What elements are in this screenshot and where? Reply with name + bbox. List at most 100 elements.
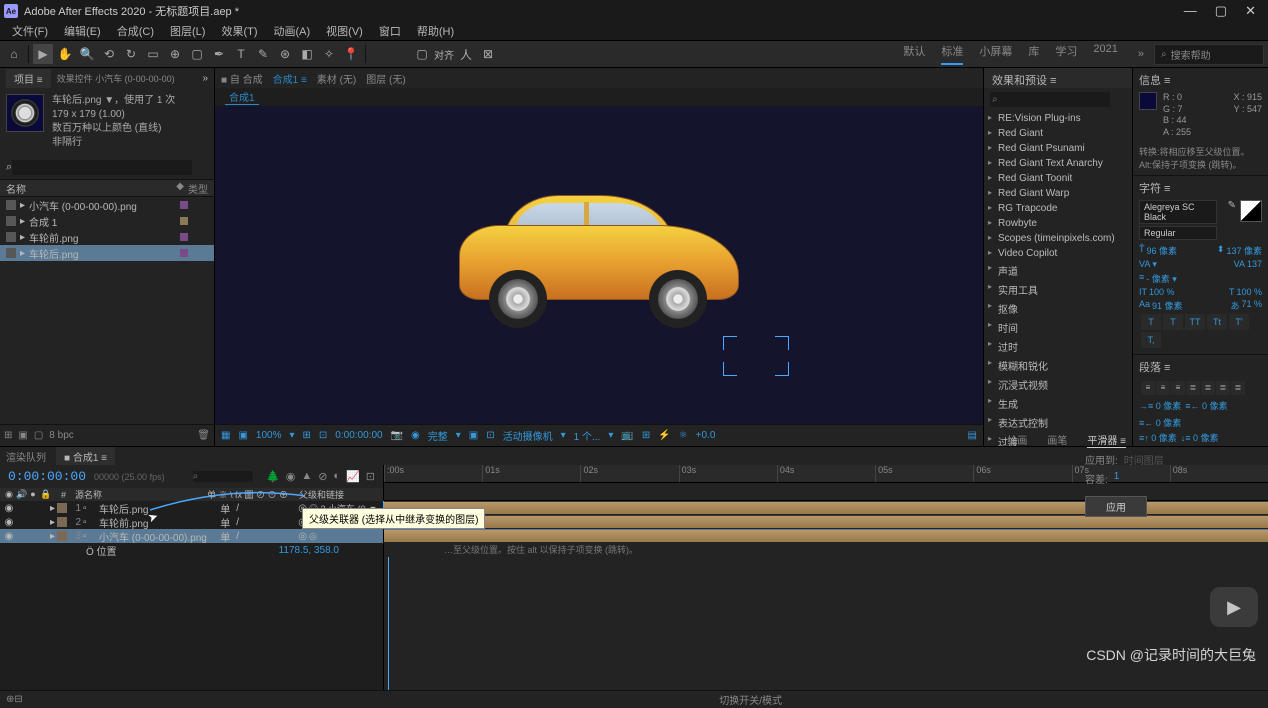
close-button[interactable]: ✕ [1245, 3, 1256, 19]
res-icon[interactable]: ⊞ [303, 430, 311, 441]
brush-tool[interactable]: ✎ [253, 44, 273, 64]
hand-tool[interactable]: ✋ [55, 44, 75, 64]
maximize-button[interactable]: ▢ [1215, 3, 1227, 19]
effect-category[interactable]: Red Giant Toonit [984, 171, 1132, 186]
workspace-tab[interactable]: 库 [1028, 43, 1039, 65]
exposure[interactable]: +0.0 [696, 430, 716, 441]
shape-tool[interactable]: ▢ [187, 44, 207, 64]
project-item[interactable]: ▸车轮前.png [0, 229, 214, 245]
menu-item[interactable]: 窗口 [373, 22, 407, 40]
project-tab[interactable]: 项目 ≡ [6, 69, 51, 88]
effect-category[interactable]: 过时 [984, 337, 1132, 356]
resolution[interactable]: 完整 [428, 428, 448, 443]
panel-close-icon[interactable]: » [202, 73, 208, 84]
selection-handle[interactable] [723, 362, 737, 376]
vc-icon4[interactable]: ⚡ [658, 430, 670, 441]
workspace-more[interactable]: » [1138, 48, 1144, 60]
effects-tab[interactable]: 效果和预设 ≡ [984, 68, 1132, 88]
roi-icon[interactable]: ▣ [469, 430, 478, 441]
snapshot-icon[interactable]: 📷 [391, 430, 403, 441]
tl-icon1[interactable]: 🌲 [266, 470, 280, 483]
kerning[interactable]: ▾ [1152, 259, 1157, 270]
new-folder-icon[interactable]: ▢ [34, 430, 43, 441]
trash-icon[interactable]: 🗑 [197, 430, 210, 441]
effect-category[interactable]: Video Copilot [984, 246, 1132, 261]
tl-snap-icon[interactable]: ⊡ [366, 470, 375, 483]
paragraph-tab[interactable]: 段落 ≡ [1139, 359, 1262, 375]
toggle-switches[interactable]: 切换开关/模式 [719, 692, 782, 707]
smoother-tab[interactable]: 平滑器 ≡ [1087, 432, 1126, 448]
layer-track[interactable] [384, 529, 1268, 543]
menu-item[interactable]: 帮助(H) [411, 22, 460, 40]
text-tool[interactable]: T [231, 44, 251, 64]
project-search[interactable] [12, 160, 192, 175]
comp-tab[interactable]: 合成1 ≡ [273, 71, 307, 86]
roto-tool[interactable]: ✧ [319, 44, 339, 64]
current-time[interactable]: 0:00:00:00 [8, 469, 86, 484]
effect-category[interactable]: RG Trapcode [984, 201, 1132, 216]
tracking[interactable]: 137 [1247, 259, 1262, 270]
grid-icon[interactable]: ⊡ [319, 430, 327, 441]
workspace-tab[interactable]: 标准 [941, 43, 963, 65]
project-item[interactable]: ▸合成 1 [0, 213, 214, 229]
new-comp-icon[interactable]: ▣ [18, 430, 27, 441]
vis-col[interactable]: ◉ [4, 489, 14, 500]
pen-tool[interactable]: ✒ [209, 44, 229, 64]
menu-item[interactable]: 编辑(E) [58, 22, 107, 40]
project-item[interactable]: ▸车轮后.png [0, 245, 214, 261]
snap-toggle[interactable]: ▢ [412, 44, 432, 64]
effect-category[interactable]: Red Giant Psunami [984, 141, 1132, 156]
eyedropper-icon[interactable]: ✎ [1228, 200, 1236, 211]
tsume[interactable]: 71 % [1241, 299, 1262, 312]
font-family[interactable]: Alegreya SC Black [1139, 200, 1217, 224]
justify-left[interactable]: ≣ [1186, 381, 1200, 395]
vc-icon5[interactable]: ⚛ [679, 430, 688, 441]
rotate-tool[interactable]: ↻ [121, 44, 141, 64]
selection-tool[interactable]: ▶ [33, 44, 53, 64]
parent-col[interactable]: 父级和链接 [299, 488, 379, 501]
character-tab[interactable]: 字符 ≡ [1139, 180, 1262, 196]
fast-preview-icon[interactable]: ▤ [968, 430, 977, 441]
selection-handle[interactable] [723, 336, 737, 350]
comp-sub-tab[interactable]: 合成1 [225, 89, 259, 105]
layer-tab[interactable]: 图层 (无) [366, 71, 405, 86]
label-col-icon[interactable]: ◆ [176, 181, 184, 196]
channel-icon[interactable]: ◉ [411, 430, 420, 441]
project-item[interactable]: ▸小汽车 (0-00-00-00).png [0, 197, 214, 213]
menu-item[interactable]: 合成(C) [111, 22, 160, 40]
effect-category[interactable]: 模糊和锐化 [984, 356, 1132, 375]
baseline[interactable]: 91 像素 [1152, 299, 1183, 312]
render-queue-tab[interactable]: 渲染队列 [6, 449, 46, 464]
workspace-tab[interactable]: 学习 [1055, 43, 1077, 65]
tl-toggle-icon[interactable]: ⊕ [6, 694, 14, 705]
timeline-comp-tab[interactable]: ■ 合成1 ≡ [56, 447, 115, 466]
puppet-tool[interactable]: 📍 [341, 44, 361, 64]
pan-behind-tool[interactable]: ⊕ [165, 44, 185, 64]
v-scale[interactable]: 100 % [1149, 287, 1175, 297]
h-scale[interactable]: 100 % [1236, 287, 1262, 297]
effect-controls-tab[interactable]: 效果控件 小汽车 (0-00-00-00) [57, 72, 175, 85]
char-style-btn[interactable]: T [1141, 314, 1161, 330]
tl-shy-icon[interactable]: ▲ [301, 470, 312, 483]
char-style-btn[interactable]: Tt [1207, 314, 1227, 330]
brushes-tab[interactable]: 画笔 [1047, 432, 1067, 448]
info-tab[interactable]: 信息 ≡ [1139, 72, 1262, 88]
orbit-tool[interactable]: ⟲ [99, 44, 119, 64]
align-right[interactable]: ≡ [1171, 381, 1185, 395]
layer-row[interactable]: ◉▸3▫小汽车 (0-00-00-00).png单/◎◎ [0, 529, 383, 543]
justify-all[interactable]: ≣ [1231, 381, 1245, 395]
leading[interactable]: 137 像素 [1226, 244, 1262, 257]
justify-center[interactable]: ≣ [1201, 381, 1215, 395]
font-style[interactable]: Regular [1139, 226, 1217, 240]
effect-category[interactable]: 实用工具 [984, 280, 1132, 299]
home-icon[interactable]: ⌂ [4, 44, 24, 64]
eraser-tool[interactable]: ◧ [297, 44, 317, 64]
effect-category[interactable]: Red Giant [984, 126, 1132, 141]
project-list[interactable]: ▸小汽车 (0-00-00-00).png▸合成 1▸车轮前.png▸车轮后.p… [0, 197, 214, 424]
viewer[interactable] [215, 106, 983, 424]
selection-handle[interactable] [775, 362, 789, 376]
property-row[interactable]: Ö 位置1178.5, 358.0 [0, 543, 383, 557]
char-style-btn[interactable]: TT [1185, 314, 1205, 330]
effect-category[interactable]: 抠像 [984, 299, 1132, 318]
camera-select[interactable]: 活动摄像机 [503, 428, 553, 443]
